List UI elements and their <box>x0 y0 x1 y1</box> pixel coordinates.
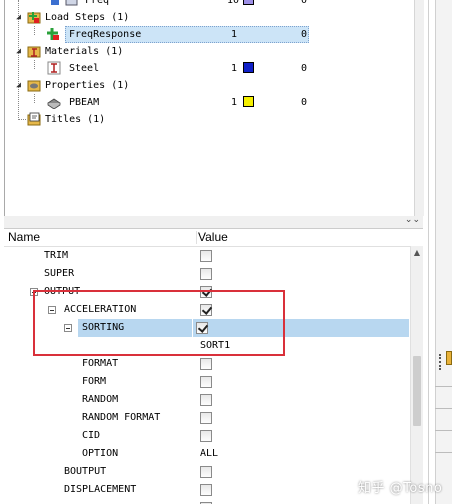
grid-row-form[interactable]: FORM <box>4 373 413 391</box>
collapse-arrow-icon[interactable]: ◢ <box>15 81 22 89</box>
super-checkbox[interactable] <box>200 268 212 280</box>
grid-row-trim[interactable]: TRIM <box>4 247 413 265</box>
tree-row-freq[interactable]: Freq 10 0 <box>5 0 419 9</box>
boutput-checkbox[interactable] <box>200 466 212 478</box>
row-name: BOUTPUT <box>64 466 107 477</box>
tree-item-label: Properties (1) <box>45 80 130 91</box>
count-value: 1 <box>230 29 237 40</box>
displacement-checkbox[interactable] <box>200 484 212 496</box>
toolbar-grip-icon[interactable] <box>439 354 443 370</box>
id-value: 0 <box>300 97 307 108</box>
tree-item-label: Load Steps (1) <box>45 12 130 23</box>
grid-row-random[interactable]: RANDOM <box>4 391 413 409</box>
row-name: SUPER <box>44 268 75 279</box>
color-swatch[interactable] <box>243 0 254 5</box>
side-separator <box>435 408 452 409</box>
grid-row-random-format[interactable]: RANDOM FORMAT <box>4 409 413 427</box>
grid-row-cid[interactable]: CID <box>4 427 413 445</box>
row-name: TRIM <box>44 250 69 261</box>
color-swatch[interactable] <box>243 62 254 73</box>
cid-checkbox[interactable] <box>200 430 212 442</box>
titles-folder-icon <box>27 112 41 126</box>
tree-row-steel[interactable]: Steel 1 0 <box>5 60 419 77</box>
row-name: FORMAT <box>82 358 119 369</box>
form-checkbox[interactable] <box>200 376 212 388</box>
collapse-arrow-icon[interactable]: ◢ <box>15 13 22 21</box>
double-chevron-down-icon[interactable]: ⌄⌄ <box>405 215 420 225</box>
trim-checkbox[interactable] <box>200 250 212 262</box>
tree-row-properties[interactable]: ◢ Properties (1) <box>5 77 419 94</box>
column-divider[interactable] <box>196 231 197 244</box>
grid-scrollbar[interactable]: ▲ <box>410 246 423 504</box>
row-name: FORM <box>82 376 107 387</box>
row-name: CID <box>82 430 101 441</box>
value-column-header[interactable]: Value <box>198 229 228 246</box>
folder-icon[interactable] <box>446 351 452 365</box>
tree-row-pbeam[interactable]: PBEAM 1 0 <box>5 94 419 111</box>
count-value: 1 <box>230 63 237 74</box>
row-name: DISPLACEMENT <box>64 484 137 495</box>
random-checkbox[interactable] <box>200 394 212 406</box>
tree-scrollbar[interactable] <box>414 0 424 216</box>
side-separator <box>435 452 452 453</box>
id-value: 0 <box>300 63 307 74</box>
window-divider <box>428 0 429 504</box>
side-toolbar <box>435 0 452 504</box>
grid-row-partial <box>4 499 413 504</box>
property-icon <box>47 95 61 110</box>
format-checkbox[interactable] <box>200 358 212 370</box>
model-tree-panel: Freq 10 0 ◢ Load Steps (1) FreqResponse … <box>4 0 420 217</box>
tree-item-label: FreqResponse <box>69 29 142 40</box>
row-name: OPTION <box>82 448 119 459</box>
material-icon <box>47 61 61 75</box>
row-name: RANDOM <box>82 394 119 405</box>
side-separator <box>435 386 452 387</box>
scroll-up-arrow-icon[interactable]: ▲ <box>411 248 423 257</box>
random-format-checkbox[interactable] <box>200 412 212 424</box>
tree-item-label: Titles (1) <box>45 114 106 125</box>
count-value: 1 <box>230 97 237 108</box>
materials-folder-icon <box>27 44 41 58</box>
name-column-header[interactable]: Name <box>8 229 40 246</box>
grid-row-super[interactable]: SUPER <box>4 265 413 283</box>
id-value: 0 <box>300 29 307 40</box>
tree-item-label: Steel <box>69 63 100 74</box>
scrollbar-thumb[interactable] <box>413 356 421 426</box>
properties-folder-icon <box>27 78 41 92</box>
grid-row-option[interactable]: OPTION ALL <box>4 445 413 463</box>
tree-row-titles[interactable]: Titles (1) <box>5 111 419 128</box>
grid-row-boutput[interactable]: BOUTPUT <box>4 463 413 481</box>
grid-row-displacement[interactable]: DISPLACEMENT <box>4 481 413 499</box>
load-steps-folder-icon <box>27 10 41 24</box>
property-grid-header: Name Value <box>4 229 413 247</box>
id-value: 0 <box>300 0 307 6</box>
row-name: RANDOM FORMAT <box>82 412 161 423</box>
highlight-annotation-box <box>33 290 285 356</box>
tree-row-load-steps[interactable]: ◢ Load Steps (1) <box>5 9 419 26</box>
panel-splitter[interactable]: ⌄⌄ <box>4 215 423 229</box>
count-value: 10 <box>227 0 240 6</box>
option-value[interactable]: ALL <box>200 445 218 463</box>
tree-item-label: Materials (1) <box>45 46 124 57</box>
tree-item-label: PBEAM <box>69 97 100 108</box>
collapse-arrow-icon[interactable]: ◢ <box>15 47 22 55</box>
table-icon <box>65 0 79 7</box>
loadstep-icon <box>46 27 60 41</box>
tree-guide-line <box>18 119 26 120</box>
side-separator <box>435 430 452 431</box>
watermark: 知乎 @Tosno <box>358 481 443 496</box>
tree-row-materials[interactable]: ◢ Materials (1) <box>5 43 419 60</box>
tree-row-freqresponse[interactable]: FreqResponse 1 0 <box>5 26 419 43</box>
load-collector-icon <box>49 0 63 7</box>
color-swatch[interactable] <box>243 96 254 107</box>
grid-row-format[interactable]: FORMAT <box>4 355 413 373</box>
tree-item-label: Freq <box>85 0 110 6</box>
